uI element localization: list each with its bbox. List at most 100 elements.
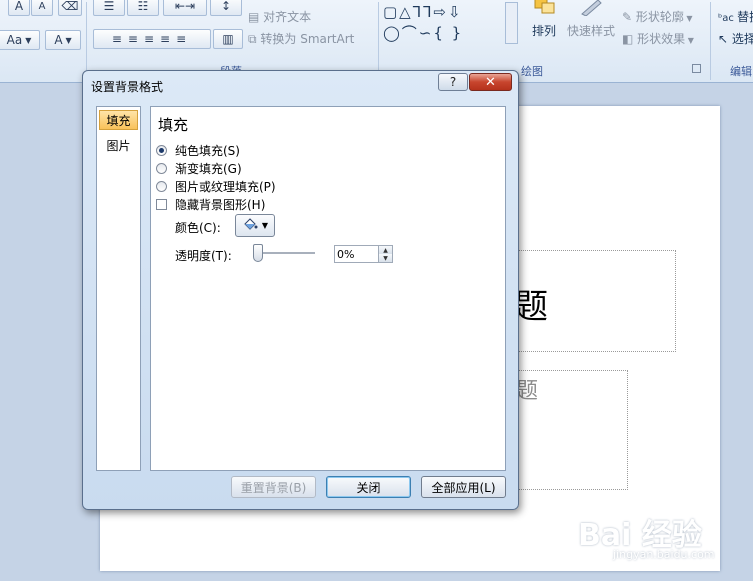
change-case-label: Aa <box>6 33 23 47</box>
radio-button[interactable] <box>156 181 167 192</box>
solid-fill-option[interactable]: 纯色填充(S) <box>156 142 240 159</box>
quick-styles-button[interactable]: 快速样式 <box>567 22 615 39</box>
section-title: 填充 <box>158 116 189 134</box>
select-label: 选择 <box>731 32 753 46</box>
reset-background-button[interactable]: 重置背景(B) <box>231 476 316 498</box>
shape-outline-button[interactable]: ✎ 形状轮廓 ▼ <box>622 8 693 25</box>
color-label: 颜色(C): <box>175 221 221 235</box>
bullets-button[interactable]: ☰ <box>93 0 125 16</box>
nav-item-label: 填充 <box>106 113 131 128</box>
replace-button[interactable]: ᵇac 替换 <box>718 8 753 25</box>
arrange-label: 排列 <box>532 24 557 38</box>
shrink-font-label: A <box>38 0 46 12</box>
align-text-button[interactable]: ▤ 对齐文本 <box>248 8 311 25</box>
shape-effects-button[interactable]: ◧ 形状效果 ▼ <box>622 30 694 47</box>
help-button[interactable]: ? <box>438 73 468 91</box>
watermark-url: jingyan.baidu.com <box>613 548 715 561</box>
radio-button[interactable] <box>156 163 167 174</box>
transparency-label: 透明度(T): <box>175 249 232 263</box>
columns-icon: ▥ <box>222 32 234 46</box>
arrow-up-icon: ▲ <box>383 246 388 254</box>
nav-item-fill[interactable]: 填充 <box>99 110 138 130</box>
close-button[interactable]: 关闭 <box>326 476 411 498</box>
radio-button[interactable] <box>156 145 167 156</box>
grow-font-label: A <box>14 0 24 13</box>
chevron-down-icon: ▼ <box>25 35 32 45</box>
option-label: 渐变填充(G) <box>175 162 242 176</box>
shapes-row-1: ▢△⅂⅂⇨⇩ <box>383 3 463 21</box>
shapes-gallery-scroll[interactable] <box>505 2 518 44</box>
eraser-icon: ⌫ <box>61 0 79 13</box>
option-label: 纯色填充(S) <box>175 144 240 158</box>
convert-smartart-button[interactable]: ⧉ 转换为 SmartArt <box>248 30 354 47</box>
chevron-down-icon: ▼ <box>65 35 72 45</box>
chevron-down-icon: ▼ <box>685 36 694 45</box>
gradient-fill-option[interactable]: 渐变填充(G) <box>156 160 242 177</box>
chevron-down-icon: ▼ <box>261 221 269 230</box>
option-label: 隐藏背景图形(H) <box>175 198 266 212</box>
title-placeholder[interactable]: 题 <box>514 250 676 352</box>
spin-down-button[interactable]: ▼ <box>378 254 392 262</box>
columns-button[interactable]: ▥ <box>213 29 243 49</box>
cursor-icon: ↖ <box>718 32 732 46</box>
quick-styles-icon <box>578 0 604 17</box>
transparency-input[interactable] <box>337 247 375 261</box>
spin-up-button[interactable]: ▲ <box>378 246 392 254</box>
close-icon: ✕ <box>485 74 496 90</box>
color-picker-button[interactable]: ▼ <box>235 214 275 237</box>
transparency-spinner: ▲ ▼ <box>334 245 393 263</box>
smartart-icon: ⧉ <box>248 32 261 46</box>
help-icon: ? <box>449 75 457 89</box>
button-label: 关闭 <box>356 480 381 495</box>
option-label: 图片或纹理填充(P) <box>175 180 276 194</box>
align-icons: ≡≡≡≡≡ <box>111 32 193 46</box>
group-separator <box>710 2 711 80</box>
paint-bucket-icon <box>242 217 258 234</box>
indent-buttons[interactable]: ⇤⇥ <box>163 0 207 16</box>
select-button[interactable]: ↖ 选择 <box>718 30 753 47</box>
bullets-icon: ☰ <box>103 0 115 13</box>
quick-styles-label: 快速样式 <box>567 24 616 38</box>
dialog-launcher-icon[interactable] <box>692 64 701 73</box>
shrink-font-button[interactable]: A <box>31 0 53 16</box>
arrow-down-icon: ▼ <box>383 254 388 262</box>
line-spacing-button[interactable]: ↕ <box>210 0 242 16</box>
picture-fill-option[interactable]: 图片或纹理填充(P) <box>156 178 276 195</box>
title-placeholder-text: 题 <box>514 287 548 327</box>
hide-bg-graphics-option[interactable]: 隐藏背景图形(H) <box>156 196 265 213</box>
shapes-gallery[interactable]: ▢△⅂⅂⇨⇩ ◯⌒∽{ } <box>383 2 503 46</box>
indent-icon: ⇤⇥ <box>174 0 196 13</box>
spinner-buttons: ▲ ▼ <box>378 246 392 262</box>
numbering-icon: ☷ <box>137 0 149 13</box>
button-label: 重置背景(B) <box>240 480 307 495</box>
shape-effects-label: 形状效果 <box>637 32 686 46</box>
numbering-button[interactable]: ☷ <box>127 0 159 16</box>
clear-format-button[interactable]: ⌫ <box>58 0 82 16</box>
font-color-label: A <box>54 33 63 47</box>
font-color-button[interactable]: A ▼ <box>45 30 81 50</box>
checkbox[interactable] <box>156 199 167 210</box>
transparency-slider-track[interactable] <box>255 252 315 254</box>
replace-label: 替换 <box>737 10 753 24</box>
fill-settings-panel: 填充 纯色填充(S) 渐变填充(G) 图片或纹理填充(P) 隐藏背景图形(H) … <box>150 106 506 471</box>
close-window-button[interactable]: ✕ <box>469 73 512 91</box>
dialog-title: 设置背景格式 <box>91 80 164 94</box>
nav-item-picture[interactable]: 图片 <box>99 135 138 155</box>
editing-group-label: 编辑 <box>730 65 752 78</box>
nav-item-label: 图片 <box>106 138 131 153</box>
shape-outline-label: 形状轮廓 <box>635 10 684 24</box>
arrange-button[interactable]: 排列 <box>532 22 556 39</box>
arrange-icon <box>532 0 558 16</box>
format-background-dialog: 设置背景格式 ? ✕ 填充 图片 填充 纯色填充(S) 渐变填充(G) 图片或纹… <box>82 70 519 510</box>
alignment-buttons[interactable]: ≡≡≡≡≡ <box>93 29 211 49</box>
drawing-group-label: 绘图 <box>521 65 543 78</box>
pen-icon: ✎ <box>622 10 636 24</box>
subtitle-placeholder[interactable]: 题 <box>516 370 628 490</box>
apply-to-all-button[interactable]: 全部应用(L) <box>421 476 506 498</box>
transparency-slider-thumb[interactable] <box>253 244 263 262</box>
grow-font-button[interactable]: A <box>8 0 30 16</box>
shapes-row-2: ◯⌒∽{ } <box>383 24 464 42</box>
align-text-icon: ▤ <box>248 10 264 24</box>
change-case-button[interactable]: Aa ▼ <box>0 30 40 50</box>
subtitle-placeholder-text: 题 <box>516 379 539 404</box>
